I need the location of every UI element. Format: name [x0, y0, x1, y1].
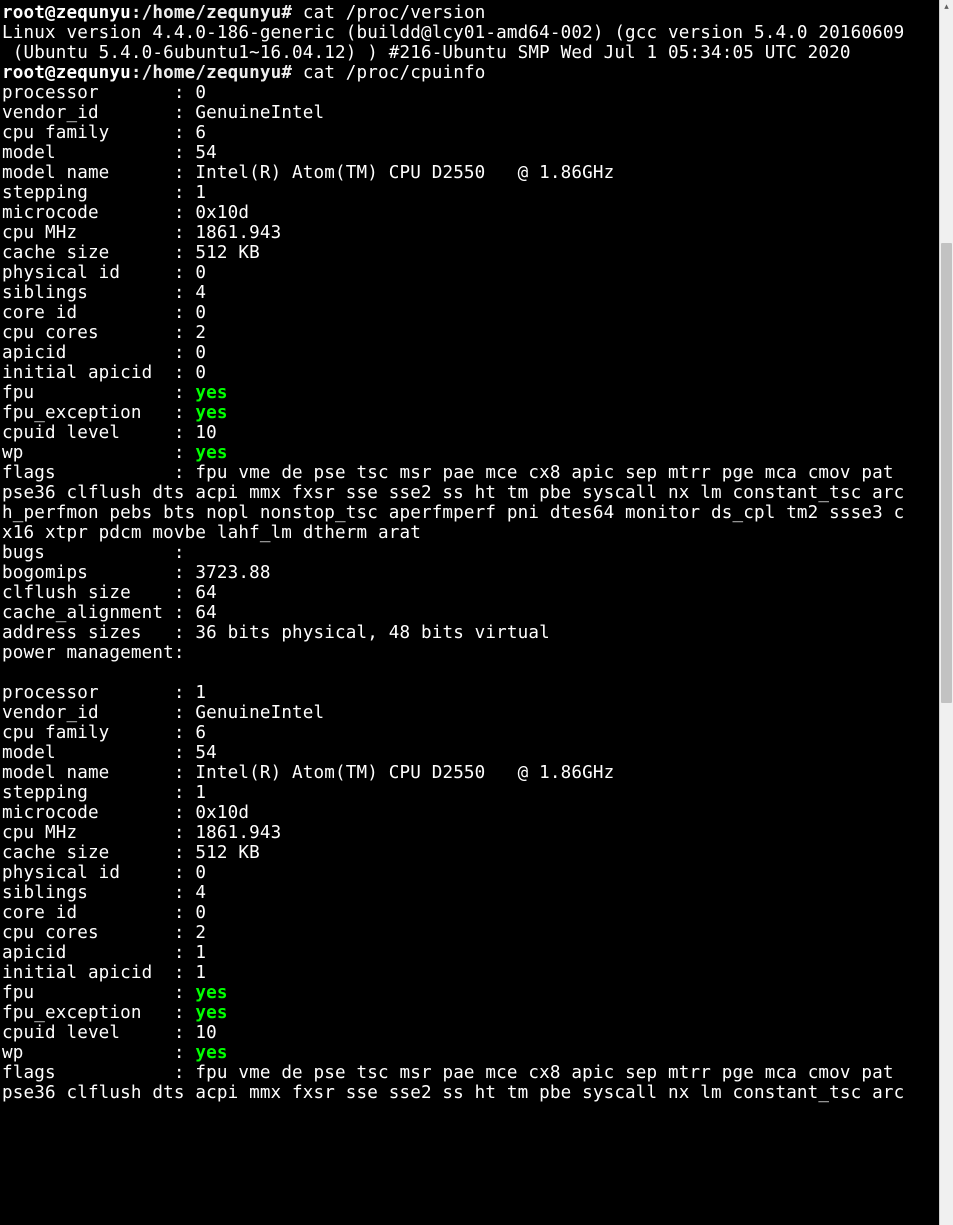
scroll-thumb[interactable]	[941, 243, 952, 703]
scrollbar[interactable]: ▴	[939, 0, 953, 1225]
fpu_exception-value: yes	[195, 1003, 227, 1023]
version-output: Linux version 4.4.0-186-generic (buildd@…	[2, 23, 904, 63]
clflush_size-value: 64	[195, 583, 217, 603]
core_id-value: 0	[195, 903, 206, 923]
cpu_family-value: 6	[195, 123, 206, 143]
microcode-value: 0x10d	[195, 203, 249, 223]
vendor_id-value: GenuineIntel	[195, 703, 324, 723]
apicid-value: 0	[195, 343, 206, 363]
cpu_MHz-value: 1861.943	[195, 223, 281, 243]
cpuid_level-value: 10	[195, 1023, 217, 1043]
physical_id-value: 0	[195, 863, 206, 883]
bogomips-value: 3723.88	[195, 563, 270, 583]
apicid-value: 1	[195, 943, 206, 963]
cache_size-value: 512 KB	[195, 243, 259, 263]
cpu_cores-value: 2	[195, 323, 206, 343]
core_id-value: 0	[195, 303, 206, 323]
siblings-value: 4	[195, 283, 206, 303]
cpuid_level-value: 10	[195, 423, 217, 443]
command-2: cat /proc/cpuinfo	[303, 63, 486, 83]
fpu_exception-value: yes	[195, 403, 227, 423]
model-value: 54	[195, 743, 217, 763]
scroll-up-arrow-icon[interactable]: ▴	[940, 0, 953, 13]
processor-value: 0	[195, 83, 206, 103]
vendor_id-value: GenuineIntel	[195, 103, 324, 123]
initial_apicid-value: 0	[195, 363, 206, 383]
stepping-value: 1	[195, 783, 206, 803]
cpu_family-value: 6	[195, 723, 206, 743]
fpu-value: yes	[195, 383, 227, 403]
terminal-window: root@zequnyu:/home/zequnyu# cat /proc/ve…	[0, 0, 953, 1225]
fpu-value: yes	[195, 983, 227, 1003]
command-1: cat /proc/version	[303, 3, 486, 23]
model-value: 54	[195, 143, 217, 163]
cpu_MHz-value: 1861.943	[195, 823, 281, 843]
physical_id-value: 0	[195, 263, 206, 283]
cache_size-value: 512 KB	[195, 843, 259, 863]
stepping-value: 1	[195, 183, 206, 203]
cache_alignment-value: 64	[195, 603, 217, 623]
siblings-value: 4	[195, 883, 206, 903]
wp-value: yes	[195, 1043, 227, 1063]
model_name-value: Intel(R) Atom(TM) CPU D2550 @ 1.86GHz	[195, 163, 614, 183]
initial_apicid-value: 1	[195, 963, 206, 983]
address_sizes-value: 36 bits physical, 48 bits virtual	[195, 623, 550, 643]
processor-value: 1	[195, 683, 206, 703]
wp-value: yes	[195, 443, 227, 463]
scroll-track[interactable]	[940, 13, 953, 1225]
model_name-value: Intel(R) Atom(TM) CPU D2550 @ 1.86GHz	[195, 763, 614, 783]
terminal-output[interactable]: root@zequnyu:/home/zequnyu# cat /proc/ve…	[0, 0, 939, 1225]
microcode-value: 0x10d	[195, 803, 249, 823]
cpu_cores-value: 2	[195, 923, 206, 943]
